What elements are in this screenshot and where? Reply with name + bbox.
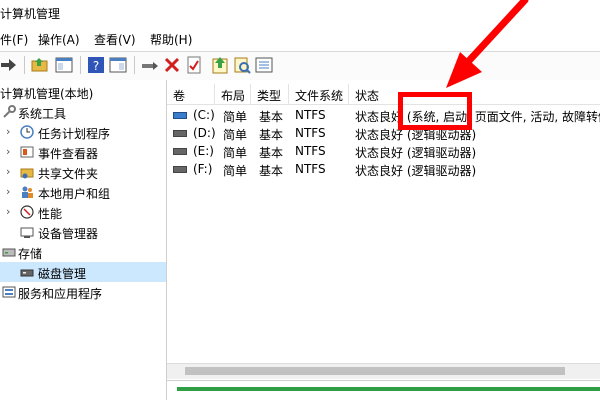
tree-item-device-manager[interactable]: 设备管理器 xyxy=(0,222,166,242)
check-document-icon[interactable] xyxy=(184,55,204,75)
drive-icon xyxy=(173,148,187,155)
toolbar-separator xyxy=(134,56,135,74)
device-manager-icon xyxy=(20,225,34,239)
tree-item-local-users-groups[interactable]: › 本地用户和组 xyxy=(0,182,166,202)
tree-item-shared-folders[interactable]: › 共享文件夹 xyxy=(0,162,166,182)
tree-item-label: 存储 xyxy=(18,247,43,261)
chevron-right-icon[interactable]: › xyxy=(6,205,10,218)
svg-text:?: ? xyxy=(93,59,99,73)
delete-icon[interactable] xyxy=(162,55,182,75)
tree-item-task-scheduler[interactable]: › 任务计划程序 xyxy=(0,122,166,142)
horizontal-scrollbar[interactable] xyxy=(167,363,600,379)
connect-drive-icon[interactable] xyxy=(140,55,160,75)
column-header-layout[interactable]: 布局 xyxy=(215,84,251,104)
tree-item-label: 磁盘管理 xyxy=(38,267,87,281)
toolbar-separator xyxy=(24,56,25,74)
volume-type: 基本 xyxy=(259,164,284,178)
volume-layout: 简单 xyxy=(223,128,248,142)
volume-layout: 简单 xyxy=(223,110,248,124)
chevron-right-icon[interactable]: › xyxy=(6,145,10,158)
search-icon[interactable] xyxy=(232,55,252,75)
volume-row[interactable]: (F:) 简单 基本 NTFS 状态良好 (逻辑驱动器) xyxy=(167,160,600,179)
column-header-volume[interactable]: 卷 xyxy=(167,84,215,104)
volume-list-panel: 卷 布局 类型 文件系统 状态 (C:) 简单 基本 NTFS 状态良好 (系统… xyxy=(167,80,600,405)
tree-item-disk-management[interactable]: 磁盘管理 xyxy=(0,262,166,282)
chevron-right-icon[interactable]: › xyxy=(6,165,10,178)
storage-icon xyxy=(2,245,16,259)
services-icon xyxy=(2,285,16,299)
volume-name: (F:) xyxy=(193,162,213,176)
tree-item-performance[interactable]: › 性能 xyxy=(0,202,166,222)
tree-item-label: 服务和应用程序 xyxy=(18,287,103,301)
volume-type: 基本 xyxy=(259,110,284,124)
drive-icon xyxy=(173,130,187,137)
volume-name: (C:) xyxy=(193,108,215,122)
clock-icon xyxy=(20,125,34,139)
volume-row[interactable]: (D:) 简单 基本 NTFS 状态良好 (逻辑驱动器) xyxy=(167,124,600,143)
tree-item-label: 设备管理器 xyxy=(38,227,99,241)
tree-item-services-applications[interactable]: 服务和应用程序 xyxy=(0,282,166,302)
volume-layout: 简单 xyxy=(223,146,248,160)
system-drive-icon xyxy=(173,112,187,119)
list-view-icon[interactable] xyxy=(254,55,274,75)
volume-type: 基本 xyxy=(259,146,284,160)
tree-root[interactable]: 计算机管理(本地) xyxy=(0,82,166,102)
menu-view[interactable]: 查看(V) xyxy=(94,31,136,48)
volume-name: (D:) xyxy=(193,126,216,140)
volume-filesystem: NTFS xyxy=(295,144,326,158)
scrollbar-thumb[interactable] xyxy=(185,367,565,375)
drive-icon xyxy=(173,166,187,173)
tree-item-system-tools[interactable]: 系统工具 xyxy=(0,102,166,122)
volume-status: 状态良好 (逻辑驱动器) xyxy=(355,146,477,160)
volume-row[interactable]: (C:) 简单 基本 NTFS 状态良好 (系统, 启动, 页面文件, 活动, … xyxy=(167,106,600,125)
help-icon[interactable]: ? xyxy=(86,55,106,75)
tree-item-label: 系统工具 xyxy=(18,107,67,121)
export-icon[interactable] xyxy=(210,55,230,75)
event-log-icon xyxy=(20,145,34,159)
annotation-arrow-icon xyxy=(446,0,529,88)
show-hide-tree-icon[interactable] xyxy=(54,55,74,75)
menu-help[interactable]: 帮助(H) xyxy=(150,31,192,48)
volume-layout: 简单 xyxy=(223,164,248,178)
toolbar-separator xyxy=(80,56,81,74)
tree-item-label: 本地用户和组 xyxy=(38,187,111,201)
tree-item-label: 事件查看器 xyxy=(38,147,99,161)
volume-filesystem: NTFS xyxy=(295,162,326,176)
shared-folder-icon xyxy=(20,165,34,179)
forward-icon[interactable] xyxy=(0,55,20,75)
window-title: 计算机管理 xyxy=(0,7,61,21)
properties-pane-icon[interactable] xyxy=(108,55,128,75)
navigation-tree: 计算机管理(本地) 系统工具 › 任务计划程序 › 事件查看器 › 共享文件夹 … xyxy=(0,80,167,400)
up-folder-icon[interactable] xyxy=(30,55,50,75)
tree-item-label: 性能 xyxy=(38,207,63,221)
chevron-right-icon[interactable]: › xyxy=(6,125,10,138)
disk-partition-bar[interactable] xyxy=(177,387,600,405)
tree-root-label: 计算机管理(本地) xyxy=(0,87,94,101)
column-header-filesystem[interactable]: 文件系统 xyxy=(289,84,349,104)
menu-file[interactable]: 件(F) xyxy=(0,31,28,48)
volume-type: 基本 xyxy=(259,128,284,142)
tree-item-label: 任务计划程序 xyxy=(38,127,111,141)
volume-row[interactable]: (E:) 简单 基本 NTFS 状态良好 (逻辑驱动器) xyxy=(167,142,600,161)
disk-graphical-view xyxy=(167,380,600,405)
users-icon xyxy=(20,185,34,199)
volume-name: (E:) xyxy=(193,144,214,158)
tools-icon xyxy=(2,105,16,119)
tree-item-label: 共享文件夹 xyxy=(38,167,99,181)
volume-filesystem: NTFS xyxy=(295,108,326,122)
chevron-right-icon[interactable]: › xyxy=(6,185,10,198)
volume-filesystem: NTFS xyxy=(295,126,326,140)
column-header-type[interactable]: 类型 xyxy=(251,84,289,104)
menu-action[interactable]: 操作(A) xyxy=(38,31,80,48)
volume-status: 状态良好 (逻辑驱动器) xyxy=(355,164,477,178)
performance-icon xyxy=(20,205,34,219)
disk-management-icon xyxy=(20,265,34,279)
volume-status: 状态良好 (系统, 启动, 页面文件, 活动, 故障转储 xyxy=(355,110,600,124)
tree-item-event-viewer[interactable]: › 事件查看器 xyxy=(0,142,166,162)
tree-item-storage[interactable]: 存储 xyxy=(0,242,166,262)
